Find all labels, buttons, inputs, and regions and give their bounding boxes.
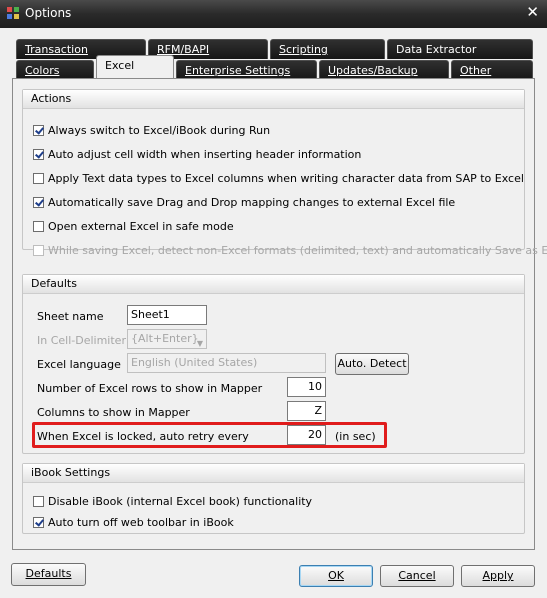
checkbox-checked-icon[interactable] bbox=[33, 197, 44, 208]
checkbox-disabled-icon bbox=[33, 245, 44, 256]
checkbox-checked-icon[interactable] bbox=[33, 125, 44, 136]
checkbox-unchecked-icon[interactable] bbox=[33, 221, 44, 232]
close-icon[interactable]: ✕ bbox=[526, 3, 539, 21]
checkbox-checked-icon[interactable] bbox=[33, 149, 44, 160]
chevron-down-icon: ▼ bbox=[196, 339, 203, 348]
ibook-settings-header: iBook Settings bbox=[23, 464, 524, 483]
tab-scripting[interactable]: Scripting bbox=[270, 39, 385, 59]
web-toolbar-option[interactable]: Auto turn off web toolbar in iBook bbox=[33, 515, 234, 531]
app-icon bbox=[7, 7, 19, 19]
tab-excel[interactable]: Excel bbox=[96, 55, 174, 79]
tab-enterprise-settings[interactable]: Enterprise Settings bbox=[176, 60, 317, 80]
sheet-name-label: Sheet name bbox=[37, 310, 104, 323]
checkbox-unchecked-icon[interactable] bbox=[33, 173, 44, 184]
safe-mode-option[interactable]: Open external Excel in safe mode bbox=[33, 219, 234, 235]
option-label: Apply Text data types to Excel columns w… bbox=[48, 172, 524, 185]
auto-save-mapping-option[interactable]: Automatically save Drag and Drop mapping… bbox=[33, 195, 455, 211]
columns-label: Columns to show in Mapper bbox=[37, 406, 190, 419]
always-switch-excel-option[interactable]: Always switch to Excel/iBook during Run bbox=[33, 123, 270, 139]
auto-adjust-width-option[interactable]: Auto adjust cell width when inserting he… bbox=[33, 147, 361, 163]
auto-detect-button[interactable]: Auto. Detect bbox=[335, 353, 409, 375]
apply-button[interactable]: Apply bbox=[461, 565, 535, 587]
columns-input[interactable]: Z bbox=[287, 401, 326, 421]
option-label: Open external Excel in safe mode bbox=[48, 220, 234, 233]
ibook-settings-group: iBook Settings Disable iBook (internal E… bbox=[22, 463, 525, 534]
checkbox-unchecked-icon[interactable] bbox=[33, 496, 44, 507]
rows-label: Number of Excel rows to show in Mapper bbox=[37, 382, 263, 395]
option-label: While saving Excel, detect non-Excel for… bbox=[48, 244, 547, 257]
title-bar: Options ✕ bbox=[0, 0, 547, 28]
disable-ibook-option[interactable]: Disable iBook (internal Excel book) func… bbox=[33, 494, 312, 510]
actions-header: Actions bbox=[23, 90, 524, 109]
option-label: Disable iBook (internal Excel book) func… bbox=[48, 495, 313, 508]
option-label: Auto adjust cell width when inserting he… bbox=[48, 148, 362, 161]
options-dialog: Options ✕ Transaction RFM/BAPI Scripting… bbox=[0, 0, 547, 598]
defaults-button[interactable]: Defaults bbox=[11, 563, 86, 586]
tab-data-extractor[interactable]: Data Extractor bbox=[387, 39, 533, 59]
excel-tab-panel: Actions Always switch to Excel/iBook dur… bbox=[12, 78, 547, 550]
checkbox-checked-icon[interactable] bbox=[33, 517, 44, 528]
sheet-name-input[interactable]: Sheet1 bbox=[127, 305, 207, 325]
option-label: Automatically save Drag and Drop mapping… bbox=[48, 196, 456, 209]
tab-updates-backup[interactable]: Updates/Backup bbox=[319, 60, 449, 80]
option-label: Auto turn off web toolbar in iBook bbox=[48, 516, 234, 529]
rows-input[interactable]: 10 bbox=[287, 377, 326, 397]
excel-language-label: Excel language bbox=[37, 358, 121, 371]
tab-colors[interactable]: Colors bbox=[16, 60, 94, 80]
actions-group: Actions Always switch to Excel/iBook dur… bbox=[22, 89, 547, 257]
defaults-group: Defaults Sheet name Sheet1 In Cell-Delim… bbox=[22, 274, 525, 454]
apply-text-types-option[interactable]: Apply Text data types to Excel columns w… bbox=[33, 171, 524, 187]
defaults-header: Defaults bbox=[23, 275, 524, 294]
excel-language-field: English (United States) bbox=[127, 353, 326, 373]
delimiter-select: {Alt+Enter} ▼ bbox=[127, 329, 207, 349]
delimiter-label: In Cell-Delimiter bbox=[37, 334, 126, 347]
cancel-button[interactable]: Cancel bbox=[380, 565, 454, 587]
detect-non-excel-option: While saving Excel, detect non-Excel for… bbox=[33, 243, 547, 259]
delimiter-value: {Alt+Enter} bbox=[131, 332, 199, 345]
option-label: Always switch to Excel/iBook during Run bbox=[48, 124, 271, 137]
window-title: Options bbox=[25, 6, 72, 20]
ok-button[interactable]: OK bbox=[299, 565, 373, 587]
retry-highlight-box bbox=[32, 422, 387, 448]
tab-other[interactable]: Other bbox=[451, 60, 533, 80]
